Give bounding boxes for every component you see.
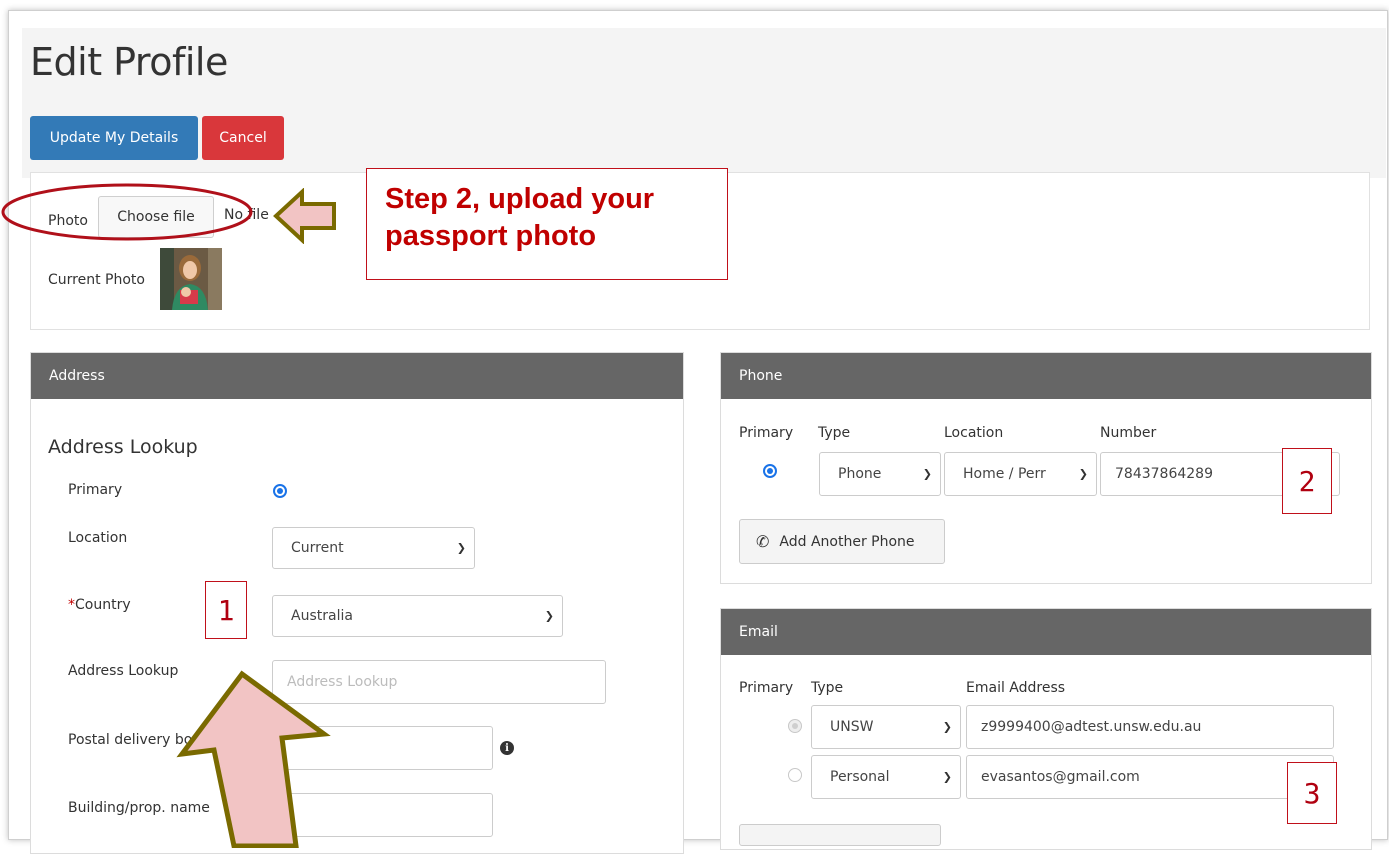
phone-location-value: Home / Perr (963, 466, 1046, 482)
address-lookup-heading: Address Lookup (48, 436, 198, 458)
country-select-value: Australia (291, 608, 353, 624)
location-label: Location (68, 530, 128, 546)
email-type-value-1: UNSW (830, 719, 874, 735)
current-photo-avatar (160, 248, 222, 310)
phone-primary-radio[interactable] (763, 464, 777, 478)
country-select[interactable]: Australia ❯ (272, 595, 563, 637)
country-label: *Country (68, 597, 131, 613)
current-photo-label: Current Photo (48, 272, 145, 288)
phone-panel-header: Phone (721, 353, 1371, 399)
page-title: Edit Profile (30, 40, 228, 84)
up-arrow-annotation (176, 670, 331, 848)
phone-col-location: Location (944, 425, 1004, 441)
chevron-down-icon: ❯ (922, 467, 932, 481)
annotation-box-3: 3 (1287, 762, 1337, 824)
country-label-text: Country (75, 597, 131, 613)
email-col-type: Type (811, 680, 844, 696)
address-lookup-label: Address Lookup (68, 663, 179, 679)
phone-icon: ✆ (756, 532, 770, 551)
email-primary-radio-2[interactable] (788, 768, 802, 782)
email-type-select-2[interactable]: Personal ❯ (811, 755, 961, 799)
email-address-input-2[interactable]: evasantos@gmail.com (966, 755, 1334, 799)
add-another-email-button[interactable] (739, 824, 941, 846)
email-col-primary: Primary (739, 680, 794, 696)
highlight-oval (1, 183, 253, 241)
add-another-phone-button[interactable]: ✆ Add Another Phone (739, 519, 945, 564)
chevron-down-icon: ❯ (942, 720, 952, 734)
address-primary-radio[interactable] (273, 484, 287, 498)
annotation-box-1: 1 (205, 581, 247, 639)
phone-col-type: Type (818, 425, 851, 441)
phone-location-select[interactable]: Home / Perr ❯ (944, 452, 1097, 496)
address-panel-header: Address (31, 353, 683, 399)
phone-type-value: Phone (838, 466, 882, 482)
cancel-button[interactable]: Cancel (202, 116, 284, 160)
location-select-value: Current (291, 540, 344, 556)
email-primary-radio-1[interactable] (788, 719, 802, 733)
left-arrow-annotation (273, 188, 336, 244)
location-select[interactable]: Current ❯ (272, 527, 475, 569)
required-asterisk: * (68, 597, 75, 613)
address-primary-label: Primary (68, 482, 123, 498)
email-address-input-1[interactable]: z9999400@adtest.unsw.edu.au (966, 705, 1334, 749)
chevron-down-icon: ❯ (942, 770, 952, 784)
info-icon[interactable]: i (500, 741, 514, 755)
phone-type-select[interactable]: Phone ❯ (819, 452, 941, 496)
chevron-down-icon: ❯ (544, 609, 554, 623)
email-type-select-1[interactable]: UNSW ❯ (811, 705, 961, 749)
email-panel-header: Email (721, 609, 1371, 655)
step2-callout: Step 2, upload your passport photo (366, 168, 728, 280)
email-type-value-2: Personal (830, 769, 890, 785)
update-details-button[interactable]: Update My Details (30, 116, 198, 160)
email-col-address: Email Address (966, 680, 1066, 696)
phone-col-number: Number (1100, 425, 1157, 441)
chevron-down-icon: ❯ (456, 541, 466, 555)
phone-col-primary: Primary (739, 425, 794, 441)
add-phone-label: Add Another Phone (779, 533, 915, 550)
chevron-down-icon: ❯ (1078, 467, 1088, 481)
annotation-box-2: 2 (1282, 448, 1332, 514)
